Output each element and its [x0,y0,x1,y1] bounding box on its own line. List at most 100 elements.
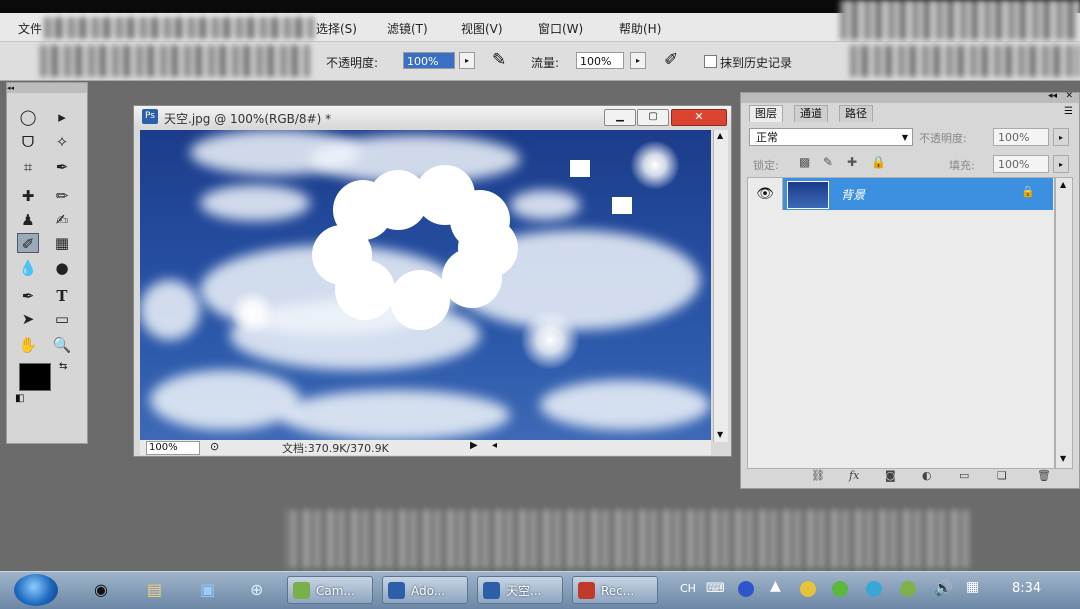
network-icon[interactable]: ▦ [966,579,979,595]
swap-colors-icon[interactable]: ⇆ [59,361,67,372]
type-tool-icon[interactable]: T [51,286,73,306]
language-indicator[interactable]: CH [680,582,696,595]
brush-dot [312,225,372,285]
panel-menu-icon[interactable]: ☰ [1064,106,1073,117]
add-mask-icon[interactable]: ◙ [885,469,896,482]
close-button[interactable]: ✕ [671,109,727,126]
tab-channels[interactable]: 通道 [794,105,828,122]
eyedropper-icon[interactable]: ✒ [51,157,73,177]
minimize-button[interactable]: ▁ [604,109,636,126]
menu-window[interactable]: 窗口(W) [538,20,583,37]
pen-tool-icon[interactable]: ✒ [17,286,39,306]
delete-layer-icon[interactable]: 🗑 [1037,469,1051,482]
menu-file[interactable]: 文件 [18,20,42,37]
opacity-field[interactable]: 100% [403,52,455,69]
new-group-icon[interactable]: ▭ [959,469,969,482]
monitor-tray-icon[interactable] [900,581,916,597]
crop-tool-icon[interactable]: ⌗ [17,157,39,177]
document-vertical-scrollbar[interactable]: ▲ ▼ [713,130,728,442]
fill-field[interactable]: 100% [993,155,1049,173]
link-layers-icon[interactable]: ⛓ [811,469,825,482]
layers-scrollbar[interactable]: ▲ ▼ [1055,177,1073,469]
maximize-button[interactable]: ▢ [637,109,669,126]
healing-brush-icon[interactable]: ✚ [17,186,39,206]
flow-field[interactable]: 100% [576,52,624,69]
eraser-tool-icon[interactable]: ✐ [17,233,39,253]
clock[interactable]: 8:34 [1012,581,1041,596]
security-tray-icon[interactable] [800,581,816,597]
clone-stamp-icon[interactable]: ♟ [17,210,39,230]
layer-lock-icon: 🔒 [1021,185,1035,198]
history-checkbox[interactable] [704,55,717,68]
eye-visibility-icon[interactable]: 👁 [748,178,783,210]
lasso-tool-icon[interactable]: ᗜ [17,132,39,152]
menu-select[interactable]: 选择(S) [316,20,357,37]
path-select-icon[interactable]: ➤ [17,309,39,329]
tray-expand-icon[interactable]: ▲ [770,578,781,594]
adjustment-layer-icon[interactable]: ◐ [922,469,932,482]
new-layer-icon[interactable]: ❏ [997,469,1007,482]
browser-quicklaunch-icon[interactable]: ⊕ [250,580,263,599]
hscroll-left-arrow[interactable]: ◂ [492,440,497,451]
blur-tool-icon[interactable]: 💧 [17,258,39,278]
history-label: 抹到历史记录 [720,56,793,70]
document-titlebar[interactable]: Ps 天空.jpg @ 100%(RGB/8#) * ▁ ▢ ✕ [134,106,731,128]
scroll-up-arrow[interactable]: ▲ [1060,180,1066,189]
tab-layers[interactable]: 图层 [749,105,783,122]
help-tray-icon[interactable] [738,581,754,597]
fill-arrow[interactable]: ▸ [1053,155,1069,173]
foreground-color-swatch[interactable] [19,363,51,391]
opacity-dropdown-arrow[interactable]: ▸ [459,52,475,69]
menu-filter[interactable]: 滤镜(T) [387,20,428,37]
marquee-tool-icon[interactable]: ◯ [17,107,39,127]
menu-view[interactable]: 视图(V) [461,20,503,37]
app-tray-icon[interactable] [832,581,848,597]
keyboard-icon[interactable]: ⌨ [706,581,725,596]
tab-paths[interactable]: 路径 [839,105,873,122]
pressure-icon[interactable]: ✐ [664,50,678,70]
gradient-tool-icon[interactable]: ▦ [51,233,73,253]
scroll-down-arrow[interactable]: ▼ [1060,454,1066,463]
panel-collapse-icon[interactable]: ◂◂ [1048,91,1057,101]
start-button[interactable] [14,574,58,606]
volume-icon[interactable]: 🔊 [934,579,953,597]
lock-pixels-icon[interactable]: ✎ [823,155,833,169]
magic-wand-icon[interactable]: ✧ [51,132,73,152]
status-info-icon[interactable]: ⊙ [210,440,219,453]
airbrush-icon[interactable]: ✎ [492,50,506,70]
explorer-quicklaunch-icon[interactable]: ▤ [147,580,162,599]
taskbar-camtasia[interactable]: Cam... [287,576,373,604]
toolbox-grip[interactable]: ◂◂ [7,83,87,93]
lock-position-icon[interactable]: ✚ [847,155,857,169]
layer-opacity-field[interactable]: 100% [993,128,1049,146]
layer-opacity-arrow[interactable]: ▸ [1053,128,1069,146]
default-colors-icon[interactable]: ◧ [15,393,24,404]
ie-quicklaunch-icon[interactable]: ◉ [94,580,108,599]
lock-transparent-icon[interactable]: ▩ [799,155,810,169]
taskbar-tiankong[interactable]: 天空... [477,576,563,604]
hand-tool-icon[interactable]: ✋ [17,335,39,355]
scroll-up-arrow[interactable]: ▲ [717,131,723,140]
shape-tool-icon[interactable]: ▭ [51,309,73,329]
media-quicklaunch-icon[interactable]: ▣ [200,580,215,599]
fx-icon[interactable]: fx [849,469,859,482]
taskbar-adobe[interactable]: Ado... [382,576,468,604]
dodge-tool-icon[interactable]: ● [51,258,73,278]
lock-all-icon[interactable]: 🔒 [871,155,886,169]
move-tool-icon[interactable]: ▸ [51,107,73,127]
image-canvas[interactable] [140,130,711,442]
zoom-tool-icon[interactable]: 🔍 [51,335,73,355]
menu-help[interactable]: 帮助(H) [619,20,661,37]
brush-tool-icon[interactable]: ✏ [51,186,73,206]
zoom-field[interactable]: 100% [146,441,200,455]
layer-row-background[interactable]: 背景 🔒 [783,178,1053,210]
flow-dropdown-arrow[interactable]: ▸ [630,52,646,69]
panel-close-icon[interactable]: ✕ [1065,91,1073,101]
status-menu-arrow[interactable]: ▶ [470,440,478,451]
taskbar-recorder[interactable]: Rec... [572,576,658,604]
panel-grip[interactable]: ◂◂ ✕ [741,91,1079,103]
history-brush-icon[interactable]: ✍ [51,210,73,230]
blend-mode-select[interactable]: 正常 ▼ [749,128,913,146]
scroll-down-arrow[interactable]: ▼ [717,430,723,439]
network-tray-icon[interactable] [866,581,882,597]
